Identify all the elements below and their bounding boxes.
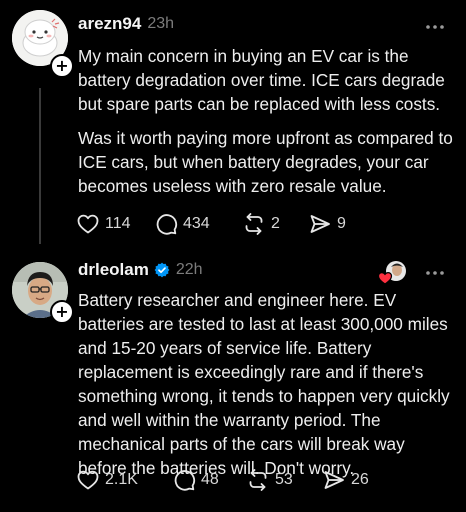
like-button[interactable]: 114 [76,211,154,237]
follow-plus-button[interactable]: + [50,54,74,78]
follow-plus-button[interactable]: + [50,300,74,324]
heart-icon [77,214,99,234]
reply-count: 48 [201,471,219,488]
post-body: Battery researcher and engineer here. EV… [78,288,458,480]
repost-icon [245,213,263,235]
post-paragraph: Battery researcher and engineer here. EV… [78,290,450,478]
thread-connector-line [39,88,41,244]
share-icon [310,215,330,233]
repost-count: 53 [275,471,293,488]
action-bar: 114 434 2 9 [76,211,346,237]
more-icon[interactable] [424,22,446,32]
like-count: 2.1K [105,471,138,488]
like-button[interactable]: 2.1K [76,467,172,493]
action-bar: 2.1K 48 53 26 [76,467,369,493]
share-count: 26 [351,471,369,488]
post-body: My main concern in buying an EV car is t… [78,44,458,198]
post-paragraph: Was it worth paying more upfront as comp… [78,128,453,196]
repost-count: 2 [271,215,280,232]
post-time: 23h [147,15,175,32]
post-header: arezn94 23h [78,13,174,35]
share-icon [324,471,344,489]
thread-post: + arezn94 23h My main concern in buying … [0,0,466,256]
reply-count: 434 [183,215,210,232]
reply-button[interactable]: 48 [172,467,246,493]
liked-by-author-icon [378,261,406,285]
repost-icon [249,469,267,491]
username[interactable]: arezn94 [78,14,141,34]
reply-button[interactable]: 434 [154,211,242,237]
thread-reply-post: + drleolam 22h Battery researcher and en… [0,256,466,512]
username[interactable]: drleolam [78,260,149,280]
post-header: drleolam 22h [78,259,203,281]
share-button[interactable]: 9 [308,211,346,237]
comment-icon [174,470,196,491]
repost-button[interactable]: 2 [242,211,308,237]
post-time: 22h [175,261,203,278]
share-count: 9 [337,215,346,232]
post-paragraph: My main concern in buying an EV car is t… [78,46,445,114]
like-count: 114 [105,215,131,232]
share-button[interactable]: 26 [322,467,369,493]
comment-icon [156,214,178,235]
verified-badge-icon [154,262,170,278]
repost-button[interactable]: 53 [246,467,322,493]
more-icon[interactable] [424,268,446,278]
heart-icon [77,470,99,490]
